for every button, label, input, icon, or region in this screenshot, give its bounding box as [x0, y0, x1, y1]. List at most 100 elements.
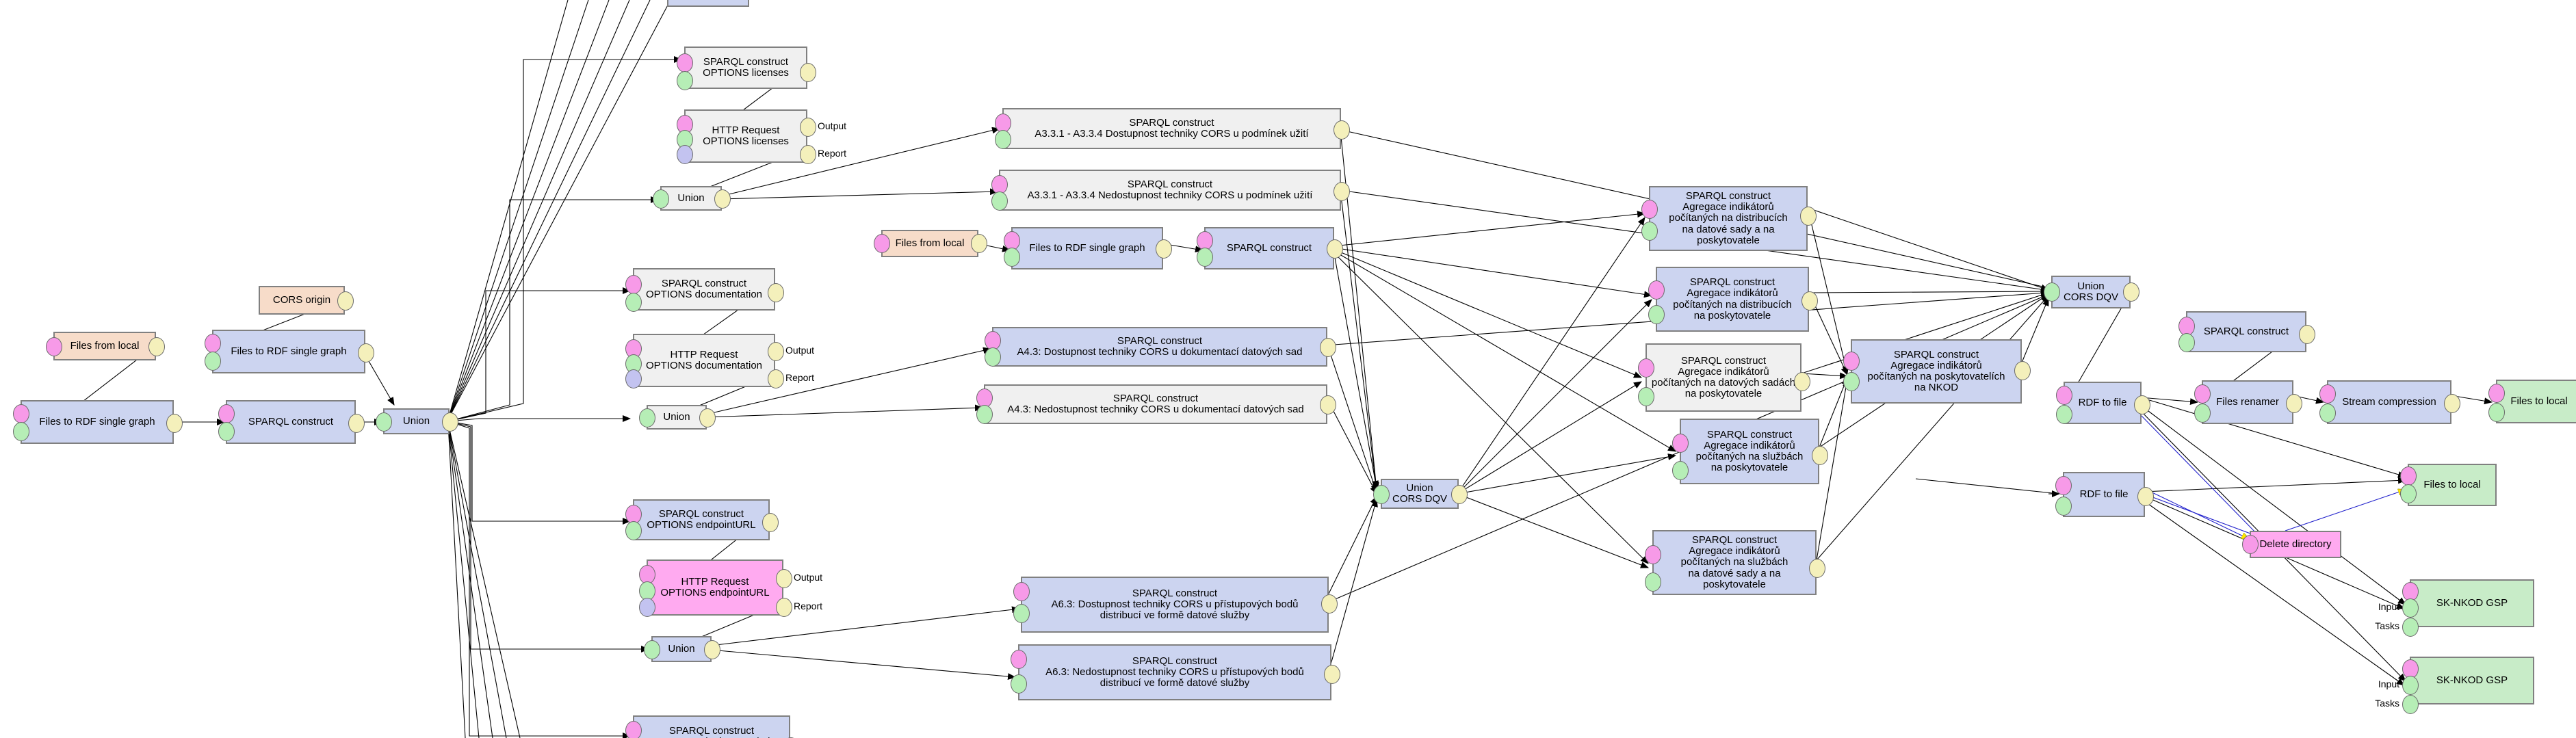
node-sparql-documentation[interactable]: SPARQL construct OPTIONS documentation [633, 268, 775, 311]
node-sknkod-gsp-1[interactable]: SK-NKOD GSP [2410, 579, 2534, 627]
port-magenta-files-renamer[interactable] [2194, 384, 2211, 404]
port-yellow-a331-dostupnost[interactable] [1333, 120, 1350, 140]
node-union-licenses[interactable]: Union [660, 186, 722, 211]
port-yellow-sparql-documentation[interactable] [768, 283, 784, 302]
node-delete-directory[interactable]: Delete directory [2250, 531, 2341, 558]
node-top-partial[interactable] [667, 0, 749, 7]
port-yellow-union-documentation[interactable] [699, 408, 716, 427]
port-magenta-a63-nedostupnost[interactable] [1011, 650, 1027, 669]
port-yellow-union-endpointurl[interactable] [704, 640, 720, 659]
port-magenta-files-to-local-1[interactable] [2488, 384, 2505, 403]
port-greenp-union-documentation[interactable] [639, 408, 655, 427]
node-union-main[interactable]: Union [383, 408, 450, 434]
port-greenp-sknkod-gsp-2[interactable] [2402, 695, 2419, 714]
port-yellow-a43-nedostupnost[interactable] [1320, 395, 1336, 414]
port-magenta-stream-compression[interactable] [2319, 384, 2336, 404]
node-sparql-construct-lft[interactable]: SPARQL construct [226, 400, 356, 444]
port-greenp-files-rdf-1[interactable] [205, 352, 221, 371]
port-yellow-agg-distribuce-posk[interactable] [1801, 291, 1818, 311]
node-a43-nedostupnost[interactable]: SPARQL construct A4.3: Nedostupnost tech… [984, 384, 1327, 424]
port-magenta-files-local-2[interactable] [874, 234, 890, 253]
node-files-rdf-1[interactable]: Files to RDF single graph [212, 330, 365, 373]
port-greenp-agg-sady-posk[interactable] [1638, 387, 1654, 406]
port-yellow-agg-sluzby-posk[interactable] [1812, 446, 1828, 465]
node-files-to-local-2[interactable]: Files to local [2408, 464, 2497, 506]
port-greenp-a43-dostupnost[interactable] [985, 347, 1001, 367]
port-greenp-sknkod-gsp-1[interactable] [2402, 618, 2419, 637]
port-greenp-a63-dostupnost[interactable] [1013, 604, 1030, 623]
port-yellow-cors-origin[interactable] [337, 291, 354, 311]
port-yellow-files-rdf-2[interactable] [166, 414, 183, 433]
node-union-corsdqv-2[interactable]: Union CORS DQV [2051, 276, 2131, 308]
port-yellow-stream-compression[interactable] [2444, 394, 2460, 413]
node-agg-distribuce-sady[interactable]: SPARQL construct Agregace indikátorů poč… [1649, 186, 1808, 251]
port-yellow-agg-sluzby-sady[interactable] [1809, 559, 1825, 578]
port-yellow-a43-dostupnost[interactable] [1320, 338, 1336, 357]
port-bluep-http-endpointurl[interactable] [639, 598, 655, 617]
port-magenta-files-to-local-2[interactable] [2400, 466, 2417, 486]
port-greenp-sparql-documentation[interactable] [625, 293, 642, 312]
port-greenp-agg-sluzby-sady[interactable] [1645, 572, 1661, 592]
port-magenta-files-rdf-2[interactable] [13, 404, 29, 423]
port-magenta-agg-distribuce-posk[interactable] [1648, 280, 1665, 300]
port-greenp-files-rdf-3[interactable] [1004, 248, 1020, 267]
port-yellow-agg-sady-posk[interactable] [1794, 372, 1810, 391]
node-cors-origin[interactable]: CORS origin [259, 286, 345, 315]
port-greenp-rdf-to-file-1[interactable] [2056, 405, 2072, 424]
port-greenp-rdf-to-file-2[interactable] [2055, 497, 2072, 516]
node-rdf-to-file-1[interactable]: RDF to file [2064, 382, 2142, 424]
port-yellow-union-main[interactable] [442, 412, 458, 432]
port-yellow-http-endpointurl[interactable] [776, 569, 792, 588]
node-union-documentation[interactable]: Union [647, 405, 707, 430]
port-yellow-sparql-licenses[interactable] [800, 63, 816, 82]
port-yellow-files-rdf-3[interactable] [1156, 239, 1172, 259]
port-yellow-union-licenses[interactable] [714, 189, 731, 209]
node-stream-compression[interactable]: Stream compression [2327, 380, 2451, 424]
port-magenta-agg-distribuce-sady[interactable] [1641, 200, 1658, 219]
port-greenp-sparql-construct-mid[interactable] [1197, 248, 1213, 267]
node-files-rdf-3[interactable]: Files to RDF single graph [1011, 227, 1163, 269]
port-yellow-sparql-construct-rt[interactable] [2299, 325, 2315, 344]
port-yellow-http-licenses[interactable] [800, 145, 816, 164]
port-yellow-files-renamer[interactable] [2286, 394, 2302, 413]
port-magenta-sparql-construct-lft[interactable] [218, 404, 235, 423]
port-greenp-union-corsdqv-2[interactable] [2044, 282, 2060, 302]
port-magenta-a63-dostupnost[interactable] [1013, 582, 1030, 601]
node-agg-distribuce-posk[interactable]: SPARQL construct Agregace indikátorů poč… [1656, 267, 1809, 332]
port-bluep-http-documentation[interactable] [625, 369, 642, 388]
port-magenta-files-local-1[interactable] [46, 337, 62, 356]
port-yellow-http-endpointurl[interactable] [776, 598, 792, 617]
port-greenp-agg-distribuce-posk[interactable] [1648, 305, 1665, 324]
port-yellow-sparql-endpointurl[interactable] [762, 513, 779, 532]
port-greenp-a331-nedostupnost[interactable] [991, 192, 1008, 211]
port-greenp-a63-nedostupnost[interactable] [1011, 674, 1027, 694]
port-greenp-a331-dostupnost[interactable] [995, 130, 1011, 149]
node-files-local-2[interactable]: Files from local [881, 230, 978, 257]
port-magenta-sparql-endpointdesc[interactable] [625, 721, 642, 738]
node-sparql-licenses[interactable]: SPARQL construct OPTIONS licenses [684, 47, 807, 89]
node-http-endpointurl[interactable]: HTTP Request OPTIONS endpointURL [647, 559, 783, 616]
port-yellow-a63-dostupnost[interactable] [1321, 594, 1338, 614]
node-files-local-1[interactable]: Files from local [53, 332, 156, 360]
node-a63-nedostupnost[interactable]: SPARQL construct A6.3: Nedostupnost tech… [1018, 644, 1331, 700]
port-greenp-stream-compression[interactable] [2319, 404, 2336, 423]
port-yellow-a63-nedostupnost[interactable] [1324, 665, 1340, 684]
port-yellow-a331-nedostupnost[interactable] [1333, 182, 1350, 201]
port-bluep-http-licenses[interactable] [677, 145, 693, 164]
port-yellow-sparql-construct-mid[interactable] [1327, 239, 1343, 259]
node-union-corsdqv-1[interactable]: Union CORS DQV [1381, 479, 1459, 509]
port-greenp-sknkod-gsp-1[interactable] [2402, 598, 2419, 618]
node-a63-dostupnost[interactable]: SPARQL construct A6.3: Dostupnost techni… [1021, 577, 1329, 633]
port-greenp-sparql-endpointurl[interactable] [625, 521, 642, 540]
port-greenp-agg-sluzby-posk[interactable] [1672, 461, 1689, 480]
node-agg-posk-nkod[interactable]: SPARQL construct Agregace indikátorů poč… [1851, 339, 2022, 404]
port-yellow-http-licenses[interactable] [800, 118, 816, 137]
port-magenta-agg-sady-posk[interactable] [1638, 358, 1654, 378]
node-files-rdf-2[interactable]: Files to RDF single graph [21, 400, 174, 444]
port-greenp-union-corsdqv-1[interactable] [1373, 485, 1390, 504]
port-yellow-rdf-to-file-2[interactable] [2137, 487, 2154, 506]
node-sparql-endpointdesc[interactable]: SPARQL construct OPTIONS endpointDescrip… [633, 715, 790, 738]
node-files-renamer[interactable]: Files renamer [2202, 380, 2293, 424]
port-greenp-sparql-construct-lft[interactable] [218, 422, 235, 441]
node-sparql-construct-rt[interactable]: SPARQL construct [2186, 311, 2306, 352]
